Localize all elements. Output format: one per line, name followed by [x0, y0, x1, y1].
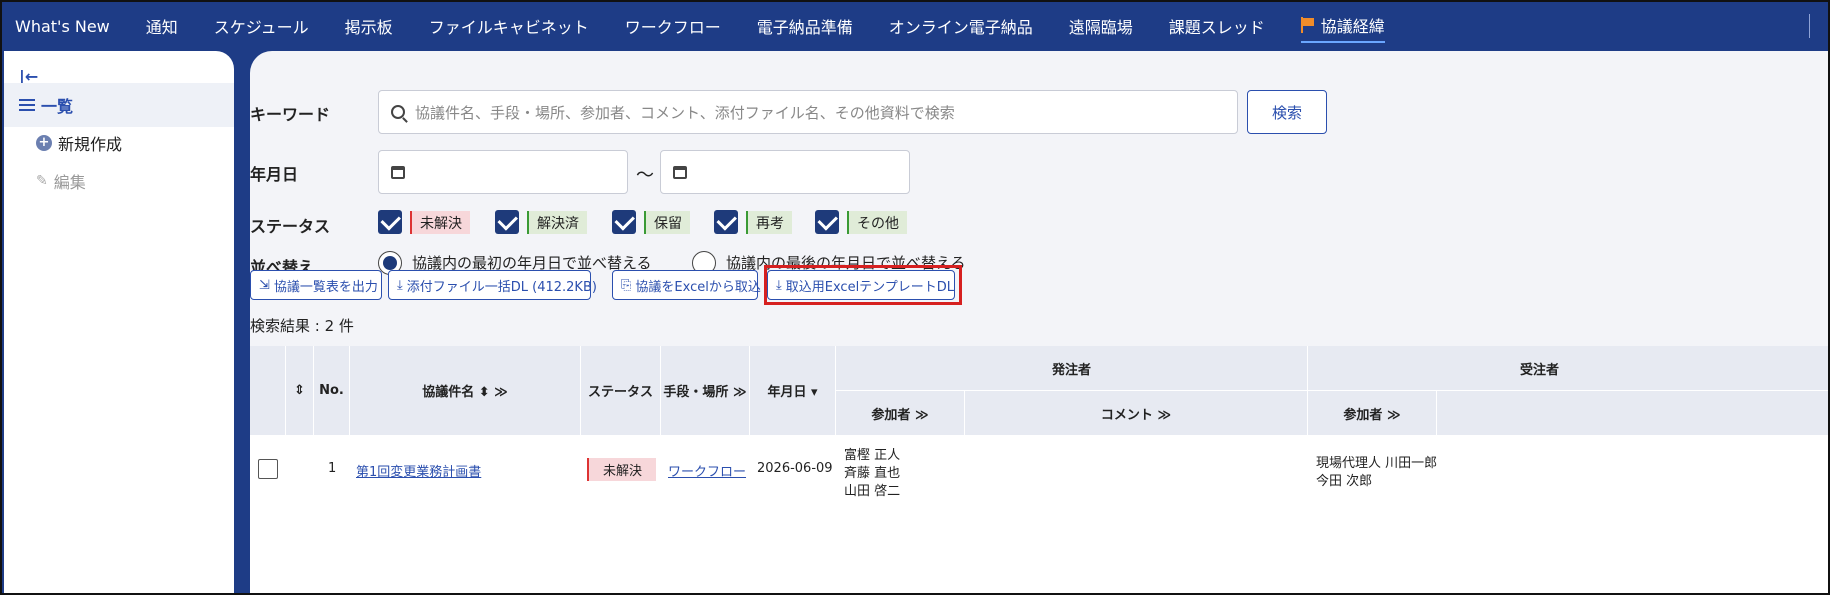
row-orderer-participant: 山田 啓二 [844, 480, 901, 499]
header-date[interactable]: 年月日 ▾ [750, 346, 836, 436]
status-checkbox-unresolved[interactable] [378, 210, 402, 234]
header-orderer-comment[interactable]: コメント ≫ [965, 391, 1308, 436]
sidebar: |← 一覧 + 新規作成 ✎ 編集 [4, 51, 234, 593]
header-title[interactable]: 協議件名 ⬍ ≫ [350, 346, 581, 436]
header-status: ステータス [581, 346, 661, 436]
status-label: ステータス [250, 217, 331, 236]
download-attachments-button[interactable]: ⤓ 添付ファイル一括DL (412.2KB) [388, 270, 597, 300]
nav-file-cabinet[interactable]: ファイルキャビネット [429, 10, 589, 42]
expand-icon: ⇕ [294, 383, 305, 398]
status-tag-reconsider: 再考 [746, 211, 792, 234]
date-separator: 〜 [636, 165, 654, 186]
header-contractor: 受注者 [1308, 346, 1828, 391]
search-button[interactable]: 検索 [1247, 90, 1327, 134]
main-panel: キーワード 協議件名、手段・場所、参加者、コメント、添付ファイル名、その他資料で… [250, 51, 1828, 593]
pencil-icon: ✎ [36, 173, 48, 189]
nav-whats-new[interactable]: What's New [15, 13, 110, 40]
nav-delivery-prep[interactable]: 電子納品準備 [757, 10, 853, 42]
nav-consultation-label: 協議経緯 [1320, 17, 1385, 36]
list-icon [19, 99, 35, 111]
nav-consultation[interactable]: 協議経緯 [1300, 9, 1385, 43]
row-orderer-participant: 斉藤 直也 [844, 462, 901, 481]
nav-bulletin[interactable]: 掲示板 [345, 10, 393, 42]
header-contractor-comment [1437, 391, 1828, 436]
status-checkbox-other[interactable] [815, 210, 839, 234]
import-icon: ⎘ [621, 277, 632, 293]
plus-circle-icon: + [36, 135, 52, 151]
app-window: What's New 通知 スケジュール 掲示板 ファイルキャビネット ワークフ… [0, 0, 1830, 595]
search-result-count: 検索結果 : 2 件 [250, 317, 354, 335]
row-method-link[interactable]: ワークフロー [668, 461, 747, 480]
nav-issue-thread[interactable]: 課題スレッド [1169, 10, 1265, 42]
date-from-input[interactable] [378, 150, 628, 194]
flag-icon [1300, 17, 1315, 33]
status-tag-other: その他 [847, 211, 907, 234]
row-status-badge: 未解決 [587, 458, 657, 481]
search-placeholder: 協議件名、手段・場所、参加者、コメント、添付ファイル名、その他資料で検索 [415, 103, 955, 122]
export-icon: ⇲ [259, 277, 270, 293]
date-label: 年月日 [250, 165, 299, 184]
status-checkbox-reconsider[interactable] [714, 210, 738, 234]
header-contractor-participants[interactable]: 参加者 ≫ [1308, 391, 1437, 436]
nav-schedule[interactable]: スケジュール [214, 10, 309, 42]
row-title-link[interactable]: 第1回変更業務計画書 [356, 461, 482, 480]
header-orderer: 発注者 [836, 346, 1308, 391]
header-no: No. [314, 346, 350, 436]
sidebar-item-edit[interactable]: ✎ 編集 [4, 159, 234, 203]
date-to-input[interactable] [660, 150, 910, 194]
highlight-box [764, 265, 962, 305]
expand-col-header[interactable]: ⇕ [286, 346, 314, 436]
table-row [250, 436, 1828, 593]
row-contractor-participant: 現場代理人 川田一郎 [1316, 452, 1438, 471]
nav-divider [1809, 14, 1810, 38]
row-no: 1 [328, 461, 337, 476]
export-list-button[interactable]: ⇲ 協議一覧表を出力 [250, 270, 382, 300]
header-orderer-participants[interactable]: 参加者 ≫ [836, 391, 965, 436]
row-date: 2026-06-09 [757, 461, 833, 476]
sidebar-item-label: 一覧 [41, 97, 74, 116]
row-checkbox[interactable] [258, 459, 278, 479]
nav-workflow[interactable]: ワークフロー [625, 10, 721, 42]
header-method[interactable]: 手段・場所 ≫ [661, 346, 750, 436]
status-tag-resolved: 解決済 [527, 211, 587, 234]
status-tag-unresolved: 未解決 [410, 211, 470, 234]
nav-remote[interactable]: 遠隔臨場 [1069, 10, 1133, 42]
nav-notice[interactable]: 通知 [146, 10, 178, 42]
top-nav: What's New 通知 スケジュール 掲示板 ファイルキャビネット ワークフ… [2, 2, 1828, 50]
sidebar-item-label: 編集 [53, 173, 86, 192]
consultation-table: ⇕ No. 協議件名 ⬍ ≫ ステータス 手段・場所 ≫ 年月日 ▾ 発注者 参… [250, 346, 1828, 593]
row-contractor-participant: 今田 次郎 [1316, 470, 1373, 489]
search-input[interactable]: 協議件名、手段・場所、参加者、コメント、添付ファイル名、その他資料で検索 [378, 90, 1238, 134]
import-excel-button[interactable]: ⎘ 協議をExcelから取込 [612, 270, 761, 300]
sidebar-item-label: 新規作成 [58, 135, 123, 154]
calendar-icon [673, 165, 687, 179]
nav-online-delivery[interactable]: オンライン電子納品 [889, 10, 1033, 42]
status-tag-hold: 保留 [644, 211, 690, 234]
keyword-label: キーワード [250, 105, 331, 124]
download-icon: ⤓ [397, 277, 403, 293]
select-col-header [250, 346, 286, 436]
search-icon [391, 105, 405, 119]
row-orderer-participant: 富樫 正人 [844, 444, 901, 463]
status-checkbox-resolved[interactable] [495, 210, 519, 234]
calendar-icon [391, 165, 405, 179]
status-checkbox-hold[interactable] [612, 210, 636, 234]
